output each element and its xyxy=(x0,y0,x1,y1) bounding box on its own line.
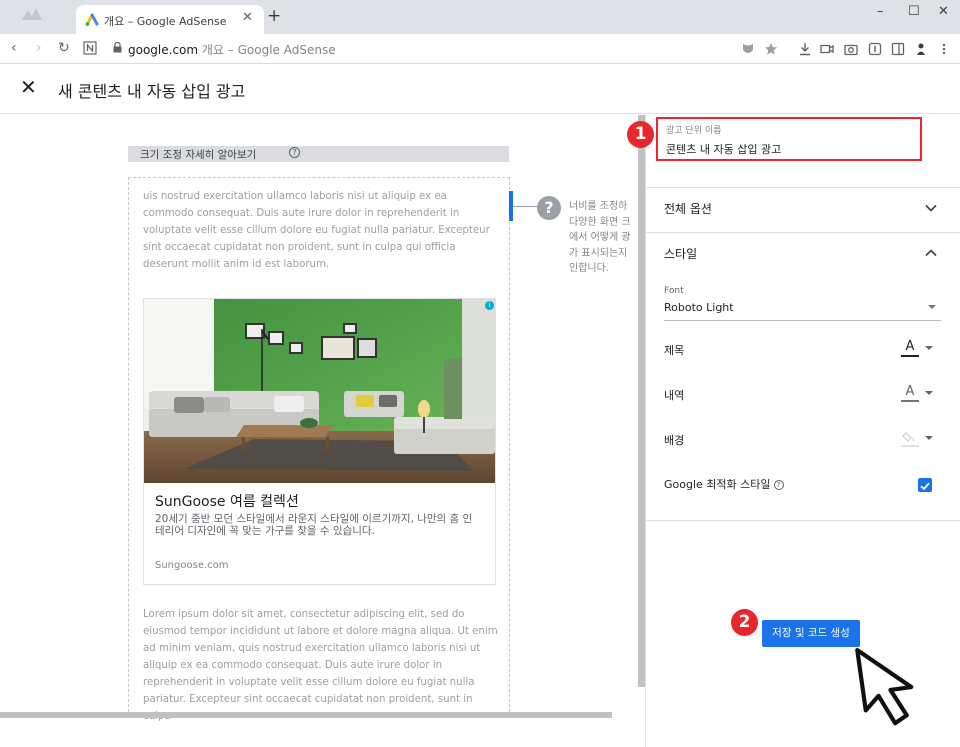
font-dropdown-icon[interactable] xyxy=(928,305,936,309)
download-icon[interactable] xyxy=(798,42,812,56)
close-icon[interactable]: ✕ xyxy=(20,77,37,97)
tab-adsense[interactable]: 개요 – Google AdSense ✕ xyxy=(76,5,264,34)
dropdown-caret-icon xyxy=(925,346,933,350)
resize-learn-more-bar[interactable]: 크기 조정 자세히 알아보기 ? xyxy=(128,146,509,162)
help-icon[interactable]: ? xyxy=(289,147,300,158)
background-color-swatch xyxy=(901,445,919,447)
article-preview: uis nostrud exercitation ullamco laboris… xyxy=(128,177,510,722)
help-icon[interactable]: ? xyxy=(773,480,784,490)
title-color-picker[interactable]: A xyxy=(901,340,937,358)
living-room-photo xyxy=(144,299,495,483)
tab-title: 개요 – Google AdSense xyxy=(104,15,227,28)
close-window-button[interactable]: ✕ xyxy=(938,4,949,19)
page-title: 새 콘텐츠 내 자동 삽입 광고 xyxy=(58,82,246,101)
text-color-icon: A xyxy=(905,339,915,354)
pointer-cursor-icon xyxy=(855,647,914,726)
chevron-up-icon[interactable] xyxy=(924,246,938,260)
ad-unit-name-field[interactable]: 광고 단위 이름 콘텐츠 내 자동 삽입 광고 xyxy=(656,117,922,161)
ad-unit-name-label: 광고 단위 이름 xyxy=(666,126,722,136)
resize-hint-help-icon: ? xyxy=(537,196,561,220)
background-color-picker[interactable] xyxy=(901,430,937,448)
more-icon[interactable] xyxy=(937,42,951,56)
description-color-picker[interactable]: A xyxy=(901,385,937,403)
resize-hint-text: 너비를 조정하 다양한 화면 크 에서 어떻게 광 가 표시되는지 인합니다. xyxy=(569,201,631,274)
lock-icon[interactable] xyxy=(113,42,122,53)
forward-icon[interactable]: › xyxy=(36,40,42,56)
naver-extension-icon[interactable] xyxy=(83,41,97,55)
vertical-scrollbar[interactable] xyxy=(638,115,645,687)
description-color-label: 내역 xyxy=(664,389,685,402)
ad-choices-icon[interactable]: i xyxy=(485,301,494,310)
font-select[interactable]: Roboto Light xyxy=(664,301,734,314)
font-label: Font xyxy=(664,286,684,296)
save-and-get-code-button[interactable]: 저장 및 코드 생성 xyxy=(762,620,860,647)
article-text-bottom: Lorem ipsum dolor sit amet, consectetur … xyxy=(143,609,498,722)
divider xyxy=(646,232,960,233)
horizontal-scrollbar[interactable] xyxy=(0,712,612,718)
shield-icon[interactable] xyxy=(741,42,755,56)
divider xyxy=(646,520,960,521)
font-select-underline xyxy=(664,320,941,321)
step-marker-2: 2 xyxy=(731,609,758,636)
ad-description: 20세기 중반 모던 스타일에서 라운지 스타일에 이르기까지, 나만의 홈 인… xyxy=(155,513,473,537)
hint-connector-line xyxy=(513,206,537,207)
checkmark-icon xyxy=(920,482,930,491)
reader-icon[interactable] xyxy=(868,42,882,56)
ad-image: i xyxy=(144,299,495,483)
url-host: google.com xyxy=(128,43,199,57)
fill-bucket-icon xyxy=(902,432,915,442)
resize-learn-more-link[interactable]: 크기 조정 자세히 알아보기 xyxy=(140,147,256,162)
dropdown-caret-icon xyxy=(925,391,933,395)
adsense-favicon-icon xyxy=(85,13,99,26)
video-icon[interactable] xyxy=(820,42,834,56)
new-tab-button[interactable]: + xyxy=(267,8,281,25)
ad-domain[interactable]: Sungoose.com xyxy=(155,560,229,571)
tab-close-icon[interactable]: ✕ xyxy=(242,10,253,25)
divider xyxy=(646,187,960,188)
title-color-label: 제목 xyxy=(664,344,685,357)
description-color-swatch xyxy=(901,400,919,402)
url-page-title: 개요 – Google AdSense xyxy=(198,43,336,57)
maximize-button[interactable]: ☐ xyxy=(908,4,920,19)
browser-logo-icon xyxy=(22,8,42,20)
ad-headline[interactable]: SunGoose 여름 컬렉션 xyxy=(155,491,299,511)
google-optimized-style-checkbox[interactable] xyxy=(918,478,932,492)
minimize-button[interactable]: – xyxy=(877,4,884,19)
ad-preview-area: 크기 조정 자세히 알아보기 ? uis nostrud exercitatio… xyxy=(0,115,638,722)
chevron-down-icon[interactable] xyxy=(924,201,938,215)
profile-icon[interactable] xyxy=(914,42,928,56)
article-text-top: uis nostrud exercitation ullamco laboris… xyxy=(143,191,490,270)
ad-unit-name-value[interactable]: 콘텐츠 내 자동 삽입 광고 xyxy=(666,141,781,157)
dropdown-caret-icon xyxy=(925,436,933,440)
style-title[interactable]: 스타일 xyxy=(664,245,697,262)
title-color-swatch xyxy=(901,355,919,357)
background-color-label: 배경 xyxy=(664,434,685,447)
google-optimized-style-label: Google 최적화 스타일? xyxy=(664,476,784,492)
star-icon[interactable] xyxy=(764,42,778,56)
all-options-title[interactable]: 전체 옵션 xyxy=(664,200,712,217)
google-optimized-style-text: Google 최적화 스타일 xyxy=(664,478,771,491)
reload-icon[interactable]: ↻ xyxy=(58,40,70,56)
camera-icon[interactable] xyxy=(844,42,858,56)
browser-tab-bar: 개요 – Google AdSense ✕ + – ☐ ✕ xyxy=(0,0,960,34)
native-ad-card[interactable]: i SunGoose 여름 컬렉션 20세기 중반 모던 스타일에서 라운지 스… xyxy=(143,298,496,585)
address-bar: ‹ › ↻ google.com 개요 – Google AdSense xyxy=(0,34,960,64)
url-field[interactable]: google.com 개요 – Google AdSense xyxy=(128,41,336,58)
text-color-icon: A xyxy=(905,384,915,399)
sidebar-icon[interactable] xyxy=(891,42,905,56)
step-marker-1: 1 xyxy=(627,121,654,148)
back-icon[interactable]: ‹ xyxy=(11,40,17,56)
page-header: ✕ 새 콘텐츠 내 자동 삽입 광고 xyxy=(0,64,960,114)
